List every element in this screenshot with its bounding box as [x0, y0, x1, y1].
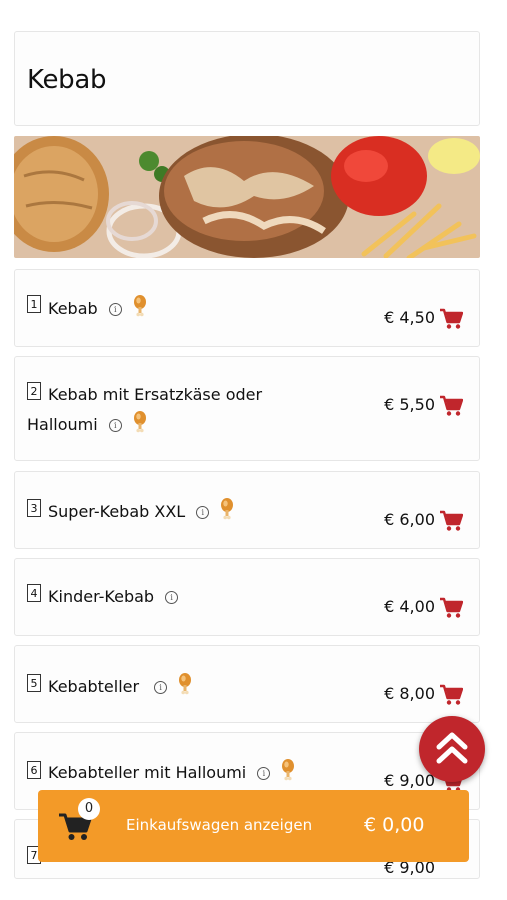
info-icon[interactable]: i — [154, 681, 168, 694]
item-price: € 4,00 — [384, 597, 435, 616]
item-number: 3 — [27, 499, 41, 517]
category-title: Kebab — [27, 65, 107, 95]
item-name: Kebab mit Ersatzkäse oder — [48, 385, 263, 404]
category-header: Kebab — [14, 31, 480, 126]
item-name: Kebabteller — [48, 677, 140, 696]
menu-item[interactable]: 4 Kinder-Kebab i € 4,00 — [14, 558, 480, 636]
kebab-banner-image — [14, 136, 480, 258]
scroll-to-top-button[interactable] — [419, 716, 485, 782]
item-name: Kinder-Kebab — [48, 587, 155, 606]
item-price: € 5,50 — [384, 395, 435, 414]
item-name-continued: Halloumi — [27, 415, 98, 434]
item-number: 1 — [27, 295, 41, 313]
item-price: € 8,00 — [384, 684, 435, 703]
item-number: 4 — [27, 584, 41, 602]
view-cart-button[interactable]: 0 Einkaufswagen anzeigen € 0,00 — [38, 790, 469, 862]
double-chevron-up-icon — [436, 732, 468, 764]
item-number: 6 — [27, 761, 41, 779]
menu-item[interactable]: 5 Kebabteller i € 8,00 — [14, 645, 480, 723]
chicken-leg-icon — [281, 759, 295, 781]
cart-count-badge: 0 — [78, 798, 100, 820]
item-name: Super-Kebab XXL — [48, 502, 186, 521]
info-icon[interactable]: i — [257, 767, 271, 780]
item-name: Kebab — [48, 299, 98, 318]
add-to-cart-icon[interactable] — [439, 308, 463, 330]
add-to-cart-icon[interactable] — [439, 395, 463, 417]
item-name: Kebabteller mit Halloumi — [48, 763, 247, 782]
add-to-cart-icon[interactable] — [439, 684, 463, 706]
item-price: € 6,00 — [384, 510, 435, 529]
chicken-leg-icon — [178, 673, 192, 695]
chicken-leg-icon — [133, 411, 147, 433]
item-number: 2 — [27, 382, 41, 400]
add-to-cart-icon[interactable] — [439, 597, 463, 619]
info-icon[interactable]: i — [165, 591, 179, 604]
item-number: 5 — [27, 674, 41, 692]
cart-total: € 0,00 — [364, 814, 425, 836]
cart-label: Einkaufswagen anzeigen — [126, 816, 313, 834]
info-icon[interactable]: i — [108, 419, 122, 432]
add-to-cart-icon[interactable] — [439, 510, 463, 532]
menu-item[interactable]: 2 Kebab mit Ersatzkäse oder Halloumi i €… — [14, 356, 480, 461]
menu-item[interactable]: 1 Kebab i € 4,50 — [14, 269, 480, 347]
menu-item[interactable]: 3 Super-Kebab XXL i € 6,00 — [14, 471, 480, 549]
info-icon[interactable]: i — [108, 303, 122, 316]
chicken-leg-icon — [220, 498, 234, 520]
item-price: € 4,50 — [384, 308, 435, 327]
info-icon[interactable]: i — [196, 506, 210, 519]
chicken-leg-icon — [133, 295, 147, 317]
